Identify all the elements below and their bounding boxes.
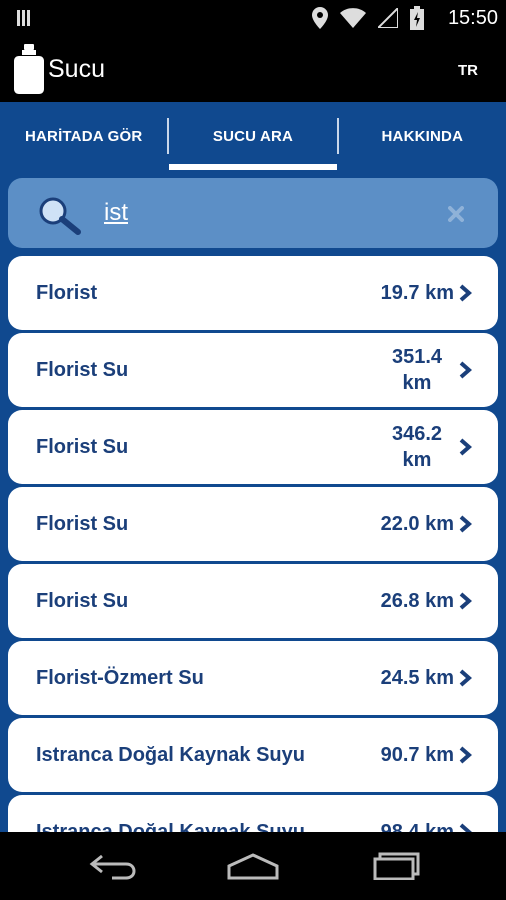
item-distance: 351.4 km: [391, 346, 443, 394]
chevron-right-icon: [459, 515, 472, 533]
list-item[interactable]: Florist 19.7 km: [8, 256, 498, 330]
item-name: Florist Su: [36, 435, 129, 458]
item-name: Florist Su: [36, 589, 129, 612]
list-item[interactable]: Florist Su 351.4 km: [8, 333, 498, 407]
item-name: Istranca Doğal Kaynak Suyu: [36, 743, 305, 766]
status-time: 15:50: [447, 7, 498, 29]
search-query[interactable]: ist: [104, 199, 128, 227]
list-item[interactable]: Florist Su 346.2 km: [8, 410, 498, 484]
tab-about[interactable]: HAKKINDA: [339, 102, 506, 170]
back-icon[interactable]: [88, 852, 138, 880]
action-bar: Sucu TR: [0, 36, 506, 102]
results-list: Florist 19.7 km Florist Su 351.4 km Flor…: [8, 256, 498, 832]
wifi-icon: [340, 8, 366, 28]
search-icon: [39, 197, 81, 235]
item-distance: 26.8 km: [380, 590, 454, 612]
item-distance: 19.7 km: [380, 282, 454, 304]
chevron-right-icon: [459, 669, 472, 687]
home-icon[interactable]: [226, 852, 280, 880]
battery-icon: [410, 6, 424, 30]
item-name: Florist Su: [36, 358, 129, 381]
signal-icon: [378, 8, 398, 28]
app-title: Sucu: [48, 55, 105, 83]
content-area: ist Florist 19.7 km Florist Su 351.4 km …: [0, 170, 506, 832]
item-name: Florist: [36, 281, 98, 304]
status-bar: 15:50: [0, 0, 506, 36]
navigation-bar: [0, 832, 506, 900]
chevron-right-icon: [459, 284, 472, 302]
chevron-right-icon: [459, 592, 472, 610]
item-distance: 346.2 km: [391, 423, 443, 471]
chevron-right-icon: [459, 361, 472, 379]
recent-apps-icon[interactable]: [372, 852, 422, 880]
list-item[interactable]: Istranca Doğal Kaynak Suyu 90.7 km: [8, 718, 498, 792]
chevron-right-icon: [459, 438, 472, 456]
tab-bar: HARİTADA GÖR SUCU ARA HAKKINDA: [0, 102, 506, 170]
language-button[interactable]: TR: [458, 62, 478, 79]
list-item[interactable]: Florist Su 26.8 km: [8, 564, 498, 638]
item-name: Florist Su: [36, 512, 129, 535]
item-distance: 22.0 km: [380, 513, 454, 535]
item-distance: 98.4 km: [380, 821, 454, 832]
list-item[interactable]: Florist-Özmert Su 24.5 km: [8, 641, 498, 715]
item-name: Istranca Doğal Kaynak Suyu: [36, 820, 305, 833]
notification-icon: [17, 10, 30, 26]
tab-search[interactable]: SUCU ARA: [169, 102, 337, 170]
clear-icon[interactable]: [448, 206, 464, 222]
chevron-right-icon: [459, 823, 472, 832]
list-item[interactable]: Florist Su 22.0 km: [8, 487, 498, 561]
list-item[interactable]: Istranca Doğal Kaynak Suyu 98.4 km: [8, 795, 498, 832]
chevron-right-icon: [459, 746, 472, 764]
search-input[interactable]: ist: [8, 178, 498, 248]
location-icon: [312, 7, 328, 29]
item-distance: 90.7 km: [380, 744, 454, 766]
water-bottle-icon: [14, 44, 44, 94]
item-distance: 24.5 km: [380, 667, 454, 689]
item-name: Florist-Özmert Su: [36, 666, 204, 689]
tab-map[interactable]: HARİTADA GÖR: [0, 102, 167, 170]
